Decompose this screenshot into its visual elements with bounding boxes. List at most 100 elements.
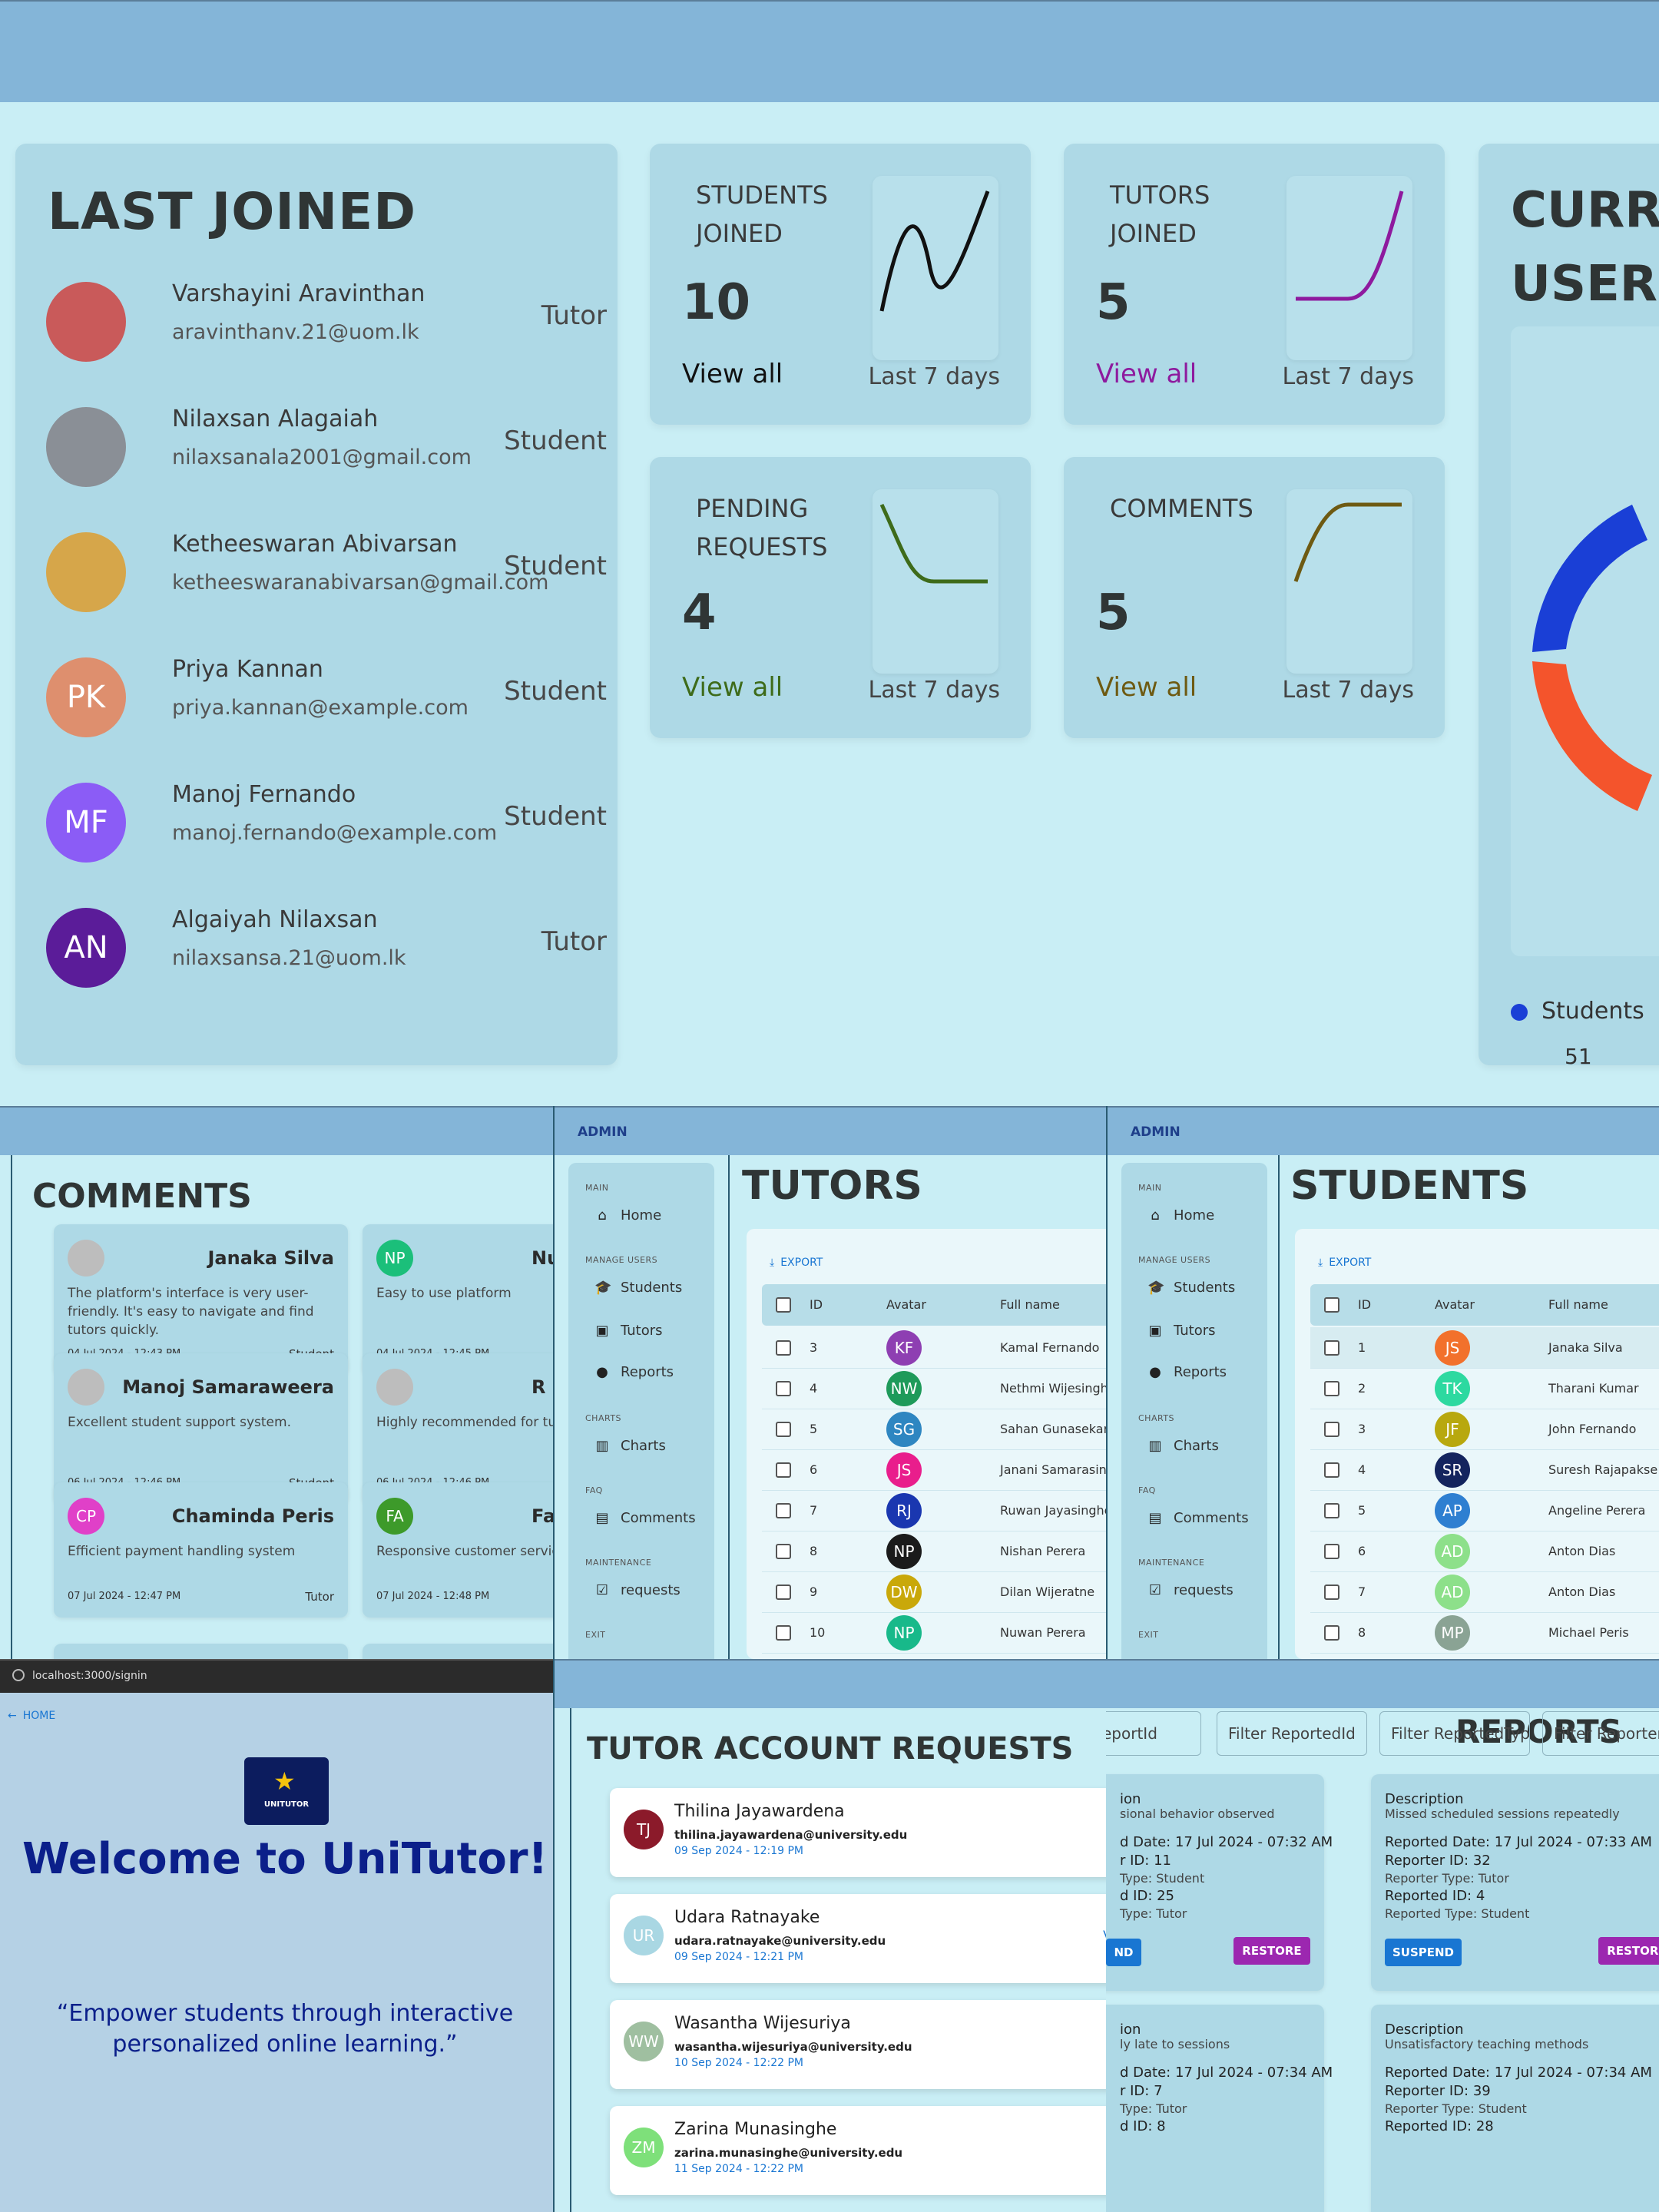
- table-row[interactable]: 4 NW Nethmi Wijesinghe: [762, 1368, 1106, 1409]
- last-joined-row[interactable]: Ketheeswaran Abivarsan ketheeswaranabivar…: [46, 525, 607, 617]
- select-all-checkbox[interactable]: [1324, 1297, 1339, 1313]
- view-all-link[interactable]: View all: [1096, 672, 1197, 703]
- nav-item-students[interactable]: 🎓 Students: [594, 1280, 682, 1296]
- browser-url-bar[interactable]: localhost:3000/signin: [0, 1659, 553, 1693]
- comment-card[interactable]: CP Chaminda Peris Efficient payment handli…: [54, 1482, 348, 1618]
- row-checkbox[interactable]: [776, 1503, 791, 1518]
- row-checkbox[interactable]: [1324, 1544, 1339, 1559]
- comment-card[interactable]: RHighly recommended for tu06 Jul 2024 - …: [363, 1353, 553, 1504]
- admin-brand[interactable]: ADMIN: [1131, 1124, 1181, 1140]
- comment-card[interactable]: [363, 1644, 553, 1659]
- table-row[interactable]: 6 AD Anton Dias: [1310, 1531, 1659, 1572]
- row-checkbox[interactable]: [776, 1422, 791, 1437]
- table-row[interactable]: 9 DW Dilan Wijeratne: [762, 1571, 1106, 1613]
- row-checkbox[interactable]: [1324, 1625, 1339, 1641]
- request-card[interactable]: ZM Zarina Munasinghe zarina.munasinghe@uni…: [610, 2106, 1106, 2195]
- filter-input[interactable]: Filter ReportedType: [1379, 1711, 1530, 1756]
- nav-item-reports[interactable]: ● Reports: [1147, 1364, 1227, 1380]
- table-row[interactable]: 3 KF Kamal Fernando: [762, 1327, 1106, 1369]
- tutors-export-button[interactable]: ⤓ EXPORT: [770, 1257, 823, 1269]
- nav-header-main: MAIN: [1138, 1183, 1162, 1193]
- col-fullname[interactable]: Full name: [1548, 1297, 1608, 1312]
- view-all-link[interactable]: View all: [682, 359, 783, 389]
- comment-card[interactable]: FA Fat Responsive customer servic 07 Jul 20…: [363, 1482, 553, 1618]
- last-joined-row[interactable]: Varshayini Aravinthan aravinthanv.21@uom.…: [46, 274, 607, 366]
- reported-date: d Date: 17 Jul 2024 - 07:32 AM: [1120, 1834, 1333, 1850]
- nav-item-charts[interactable]: ▥ Charts: [594, 1438, 665, 1454]
- row-checkbox[interactable]: [1324, 1503, 1339, 1518]
- request-card[interactable]: UR Udara Ratnayake udara.ratnayake@univers…: [610, 1894, 1106, 1983]
- suspend-button[interactable]: ND: [1106, 1939, 1141, 1966]
- filter-input[interactable]: Filter ReportedId: [1217, 1711, 1367, 1756]
- col-id[interactable]: ID: [810, 1297, 823, 1312]
- admin-brand[interactable]: ADMIN: [578, 1124, 628, 1140]
- comment-card[interactable]: NPNuEasy to use platform04 Jul 2024 - 12…: [363, 1224, 553, 1375]
- students-export-button[interactable]: ⤓ EXPORT: [1318, 1257, 1371, 1269]
- table-row[interactable]: 1 JS Janaka Silva: [1310, 1327, 1659, 1369]
- col-id[interactable]: ID: [1358, 1297, 1371, 1312]
- comment-icon: ▤: [595, 1510, 609, 1526]
- table-row[interactable]: 3 JF John Fernando: [1310, 1409, 1659, 1450]
- table-row[interactable]: 8 NP Nishan Perera: [762, 1531, 1106, 1572]
- row-checkbox[interactable]: [1324, 1462, 1339, 1478]
- last-joined-row[interactable]: AN Algaiyah Nilaxsan nilaxsansa.21@uom.lk T…: [46, 900, 607, 992]
- nav-item-tutors[interactable]: ▣ Tutors: [1147, 1323, 1215, 1339]
- checklist-icon: ☑: [595, 1582, 609, 1598]
- home-back-link[interactable]: ← HOME: [8, 1710, 55, 1722]
- table-row[interactable]: 6 JS Janani Samarasing: [762, 1449, 1106, 1491]
- nav-item-comments[interactable]: ▤ Comments: [594, 1510, 695, 1526]
- nav-item-home[interactable]: ⌂ Home: [594, 1207, 661, 1224]
- last-joined-row[interactable]: MF Manoj Fernando manoj.fernando@example.c…: [46, 775, 607, 867]
- nav-item-requests[interactable]: ☑ requests: [594, 1582, 680, 1598]
- table-row[interactable]: 5 AP Angeline Perera: [1310, 1490, 1659, 1532]
- comment-card[interactable]: Janaka Silva The platform's interface is …: [54, 1224, 348, 1375]
- restore-button[interactable]: RESTORE: [1598, 1937, 1659, 1965]
- table-row[interactable]: 8 MP Michael Peris: [1310, 1612, 1659, 1654]
- table-row[interactable]: 5 SG Sahan Gunasekara: [762, 1409, 1106, 1450]
- last-joined-row[interactable]: PK Priya Kannan priya.kannan@example.com St…: [46, 650, 607, 742]
- comment-card[interactable]: [54, 1644, 348, 1659]
- url-text: localhost:3000/signin: [32, 1670, 147, 1682]
- row-checkbox[interactable]: [776, 1544, 791, 1559]
- nav-header-faq: FAQ: [585, 1485, 603, 1495]
- row-checkbox[interactable]: [776, 1462, 791, 1478]
- nav-item-tutors[interactable]: ▣ Tutors: [594, 1323, 662, 1339]
- nav-item-charts[interactable]: ▥ Charts: [1147, 1438, 1218, 1454]
- view-all-link[interactable]: View all: [682, 672, 783, 703]
- select-all-checkbox[interactable]: [776, 1297, 791, 1313]
- row-checkbox[interactable]: [1324, 1584, 1339, 1600]
- row-checkbox[interactable]: [776, 1340, 791, 1356]
- nav-item-requests[interactable]: ☑ requests: [1147, 1582, 1233, 1598]
- nav-item-comments[interactable]: ▤ Comments: [1147, 1510, 1248, 1526]
- row-checkbox[interactable]: [776, 1584, 791, 1600]
- user-role: Student: [504, 551, 607, 581]
- nav-item-reports[interactable]: ● Reports: [594, 1364, 674, 1380]
- alert-icon: ●: [596, 1364, 608, 1380]
- table-row[interactable]: 4 SR Suresh Rajapakse: [1310, 1449, 1659, 1491]
- nav-item-home[interactable]: ⌂ Home: [1147, 1207, 1214, 1224]
- table-row[interactable]: 10 NP Nuwan Perera: [762, 1612, 1106, 1654]
- row-checkbox[interactable]: [776, 1381, 791, 1396]
- col-avatar[interactable]: Avatar: [886, 1297, 926, 1312]
- filter-input[interactable]: Filter ReporterId: [1542, 1711, 1659, 1756]
- row-checkbox[interactable]: [776, 1625, 791, 1641]
- restore-button[interactable]: RESTORE: [1233, 1937, 1310, 1965]
- row-checkbox[interactable]: [1324, 1422, 1339, 1437]
- tutors-divider: [728, 1155, 730, 1659]
- cell-id: 9: [810, 1584, 818, 1599]
- request-card[interactable]: WW Wasantha Wijesuriya wasantha.wijesuriya…: [610, 2000, 1106, 2089]
- table-row[interactable]: 2 TK Tharani Kumar: [1310, 1368, 1659, 1409]
- row-checkbox[interactable]: [1324, 1381, 1339, 1396]
- table-row[interactable]: 7 RJ Ruwan Jayasinghe: [762, 1490, 1106, 1532]
- col-avatar[interactable]: Avatar: [1435, 1297, 1475, 1312]
- nav-item-students[interactable]: 🎓 Students: [1147, 1280, 1235, 1296]
- filter-input[interactable]: eportId: [1106, 1711, 1201, 1756]
- comment-card[interactable]: Manoj Samaraweera Excellent student suppo…: [54, 1353, 348, 1504]
- row-checkbox[interactable]: [1324, 1340, 1339, 1356]
- col-fullname[interactable]: Full name: [1000, 1297, 1060, 1312]
- request-card[interactable]: TJ Thilina Jayawardena thilina.jayawardena…: [610, 1788, 1106, 1877]
- table-row[interactable]: 7 AD Anton Dias: [1310, 1571, 1659, 1613]
- last-joined-row[interactable]: Nilaxsan Alagaiah nilaxsanala2001@gmail.c…: [46, 399, 607, 492]
- view-all-link[interactable]: View all: [1096, 359, 1197, 389]
- suspend-button[interactable]: SUSPEND: [1385, 1939, 1462, 1966]
